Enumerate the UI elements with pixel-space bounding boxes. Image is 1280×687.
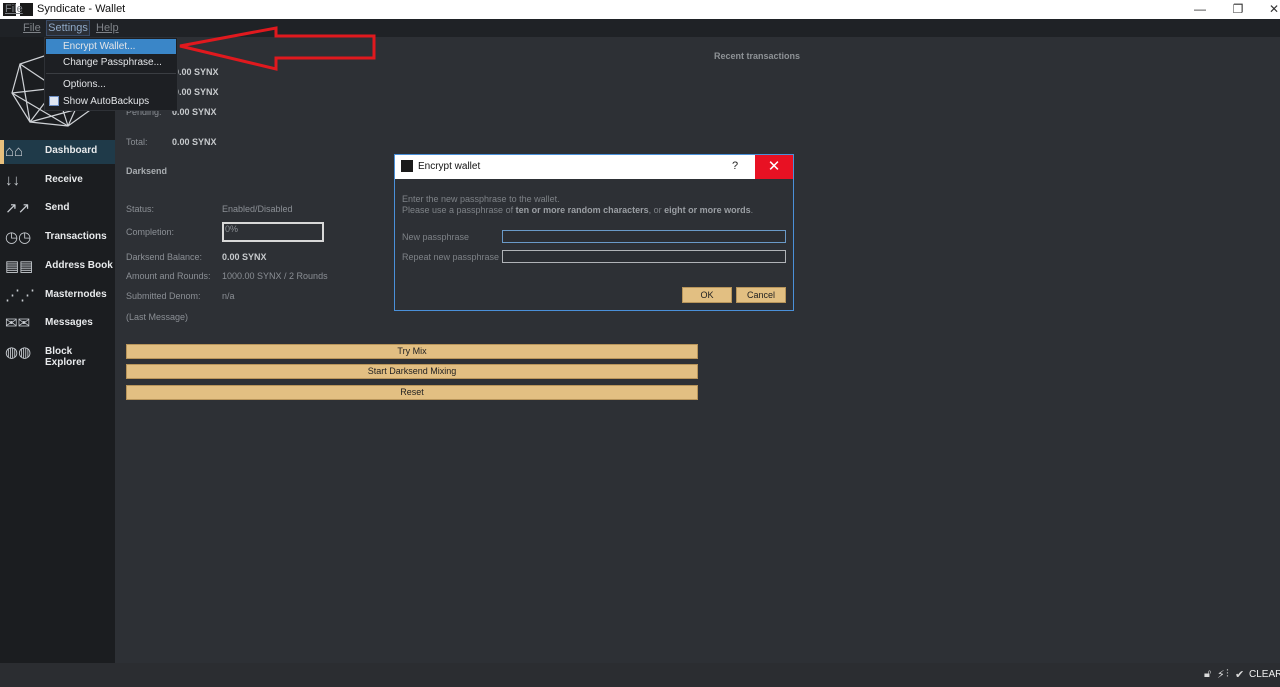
- darksend-balance-value: 0.00 SYNX: [222, 252, 267, 262]
- instruction-text: .: [750, 205, 754, 215]
- sidebar-item-label: Address Book: [45, 260, 113, 271]
- instruction-emphasis: eight or more words: [664, 205, 751, 215]
- sidebar-item-address-book[interactable]: ▤▤ Address Book: [0, 255, 115, 279]
- menu-file-2[interactable]: File: [23, 22, 41, 34]
- sidebar-item-label: Masternodes: [45, 289, 107, 300]
- instruction-emphasis: ten or more random characters: [515, 205, 649, 215]
- lock-icon: 🔓︎: [1204, 668, 1212, 680]
- active-indicator: [0, 140, 4, 164]
- sidebar-item-dashboard[interactable]: ⌂⌂ Dashboard: [0, 140, 115, 164]
- home-icon: ⌂⌂: [5, 143, 24, 160]
- restore-button[interactable]: ❐: [1228, 2, 1248, 16]
- menu-help[interactable]: Help: [96, 22, 119, 34]
- sidebar-item-masternodes[interactable]: ⋰⋰ Masternodes: [0, 284, 115, 308]
- sync-icon: ⚡︎: [1217, 669, 1225, 681]
- menu-item-options[interactable]: Options...: [46, 77, 176, 92]
- menu-file[interactable]: File: [5, 3, 23, 15]
- darksend-title: Darksend: [126, 166, 168, 176]
- sidebar-item-label: Receive: [45, 174, 83, 185]
- dialog-instruction-2: Please use a passphrase of ten or more r…: [402, 205, 753, 215]
- new-passphrase-label: New passphrase: [402, 232, 470, 242]
- pending-balance: 0.00 SYNX: [172, 107, 217, 117]
- sidebar-item-messages[interactable]: ✉✉ Messages: [0, 312, 115, 336]
- receive-icon: ↓↓: [5, 172, 20, 189]
- start-darksend-mixing-button[interactable]: Start Darksend Mixing: [126, 364, 698, 379]
- amount-rounds-value: 1000.00 SYNX / 2 Rounds: [222, 271, 328, 281]
- total-label: Total:: [126, 137, 148, 147]
- instruction-text: , or: [648, 205, 665, 215]
- sidebar-item-label: Send: [45, 202, 70, 213]
- menu-item-label: Encrypt Wallet...: [63, 41, 136, 52]
- menu-item-label: Options...: [63, 79, 106, 90]
- window-titlebar: [0, 0, 1280, 19]
- ok-button[interactable]: OK: [682, 287, 732, 303]
- sidebar-item-block-explorer[interactable]: ◍◍ Block Explorer: [0, 341, 115, 368]
- sidebar-item-label: Dashboard: [45, 145, 98, 156]
- dialog-app-icon: [401, 160, 413, 172]
- menu-item-show-autobackups[interactable]: Show AutoBackups: [46, 94, 176, 109]
- minimize-button[interactable]: —: [1190, 2, 1210, 16]
- menu-item-change-passphrase[interactable]: Change Passphrase...: [46, 55, 176, 70]
- submitted-denom-value: n/a: [222, 291, 235, 301]
- new-passphrase-input[interactable]: [502, 230, 786, 243]
- book-icon: ▤▤: [5, 258, 34, 275]
- sidebar-item-send[interactable]: ↗↗ Send: [0, 197, 115, 221]
- amount-rounds-label: Amount and Rounds:: [126, 271, 211, 281]
- dialog-title: Encrypt wallet: [418, 161, 481, 172]
- recent-transactions-title: Recent transactions: [714, 51, 801, 61]
- menu-item-label: Change Passphrase...: [63, 57, 162, 68]
- sidebar-item-label: Block Explorer: [45, 346, 86, 368]
- instruction-text: Please use a passphrase of: [402, 205, 516, 215]
- try-mix-button[interactable]: Try Mix: [126, 344, 698, 359]
- menu-separator: [46, 73, 176, 74]
- total-balance: 0.00 SYNX: [172, 137, 217, 147]
- connections-icon: ⫶: [1226, 668, 1229, 680]
- menu-item-encrypt-wallet[interactable]: Encrypt Wallet...: [46, 39, 176, 54]
- red-arrow-annotation: [179, 26, 376, 71]
- status-value: Enabled/Disabled: [222, 204, 293, 214]
- repeat-passphrase-input[interactable]: [502, 250, 786, 263]
- dialog-close-button[interactable]: ✕: [755, 155, 793, 179]
- statusbar: [0, 663, 1280, 687]
- menu-item-label: Show AutoBackups: [63, 96, 150, 107]
- clock-icon: ◷◷: [5, 229, 32, 246]
- help-button[interactable]: ?: [732, 160, 738, 172]
- immature-balance: 0.00 SYNX: [174, 87, 219, 97]
- menu-settings[interactable]: Settings: [46, 20, 90, 36]
- sidebar-item-label: Transactions: [45, 231, 107, 242]
- completion-label: Completion:: [126, 227, 175, 237]
- repeat-passphrase-label: Repeat new passphrase: [402, 252, 500, 262]
- reset-button[interactable]: Reset: [126, 385, 698, 400]
- check-icon: ✔: [1235, 669, 1245, 681]
- cancel-button[interactable]: Cancel: [736, 287, 786, 303]
- sidebar-item-transactions[interactable]: ◷◷ Transactions: [0, 226, 115, 250]
- close-window-button[interactable]: ✕: [1264, 2, 1280, 16]
- submitted-denom-label: Submitted Denom:: [126, 291, 201, 301]
- status-text: CLEARN: [1249, 669, 1280, 680]
- dialog-instruction-1: Enter the new passphrase to the wallet.: [402, 194, 560, 204]
- last-message: (Last Message): [126, 312, 189, 322]
- globe-search-icon: ◍◍: [5, 344, 32, 361]
- sidebar-item-label: Messages: [45, 317, 93, 328]
- darksend-balance-label: Darksend Balance:: [126, 252, 203, 262]
- sidebar-item-receive[interactable]: ↓↓ Receive: [0, 169, 115, 193]
- status-label: Status:: [126, 204, 155, 214]
- completion-progress-bar: 0%: [222, 222, 324, 242]
- envelope-icon: ✉✉: [5, 315, 31, 332]
- window-title: Syndicate - Wallet: [37, 3, 126, 15]
- send-icon: ↗↗: [5, 200, 31, 217]
- network-icon: ⋰⋰: [5, 287, 35, 304]
